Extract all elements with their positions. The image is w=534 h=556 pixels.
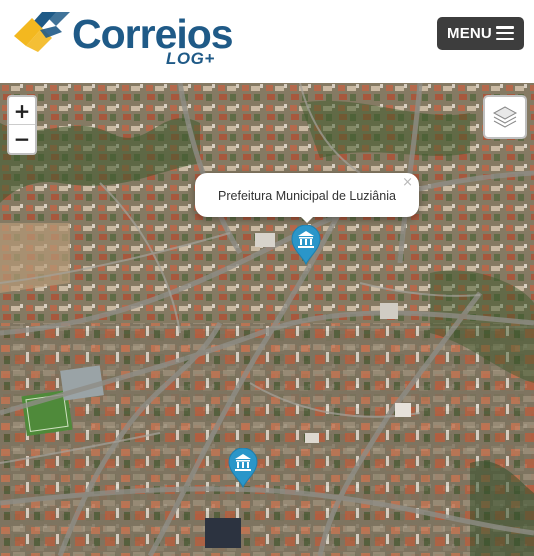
layers-button[interactable] bbox=[483, 95, 527, 139]
satellite-map[interactable]: + − Prefeitura Municipal de Luziânia × bbox=[0, 83, 534, 556]
zoom-in-button[interactable]: + bbox=[9, 97, 35, 125]
menu-button[interactable]: MENU bbox=[437, 17, 524, 50]
zoom-control: + − bbox=[7, 95, 37, 155]
hamburger-icon bbox=[496, 26, 514, 41]
satellite-imagery bbox=[0, 83, 534, 556]
popup-close-button[interactable]: × bbox=[402, 175, 413, 190]
zoom-out-button[interactable]: − bbox=[9, 125, 35, 153]
prefeitura-marker[interactable] bbox=[291, 224, 321, 266]
correios-logo[interactable]: Correios LOG+ bbox=[12, 6, 234, 70]
menu-label: MENU bbox=[447, 25, 492, 42]
government-building-icon bbox=[228, 447, 258, 489]
popup-title: Prefeitura Municipal de Luziânia bbox=[218, 188, 396, 203]
logo-subtitle: LOG+ bbox=[166, 49, 215, 68]
layers-icon bbox=[492, 106, 518, 128]
popup-pointer bbox=[297, 213, 317, 223]
marker-popup: Prefeitura Municipal de Luziânia × bbox=[195, 173, 419, 223]
agency-marker[interactable] bbox=[228, 447, 258, 489]
correios-logo-icon bbox=[14, 12, 70, 52]
government-building-icon bbox=[291, 224, 321, 266]
site-header: Correios LOG+ MENU bbox=[0, 0, 534, 83]
